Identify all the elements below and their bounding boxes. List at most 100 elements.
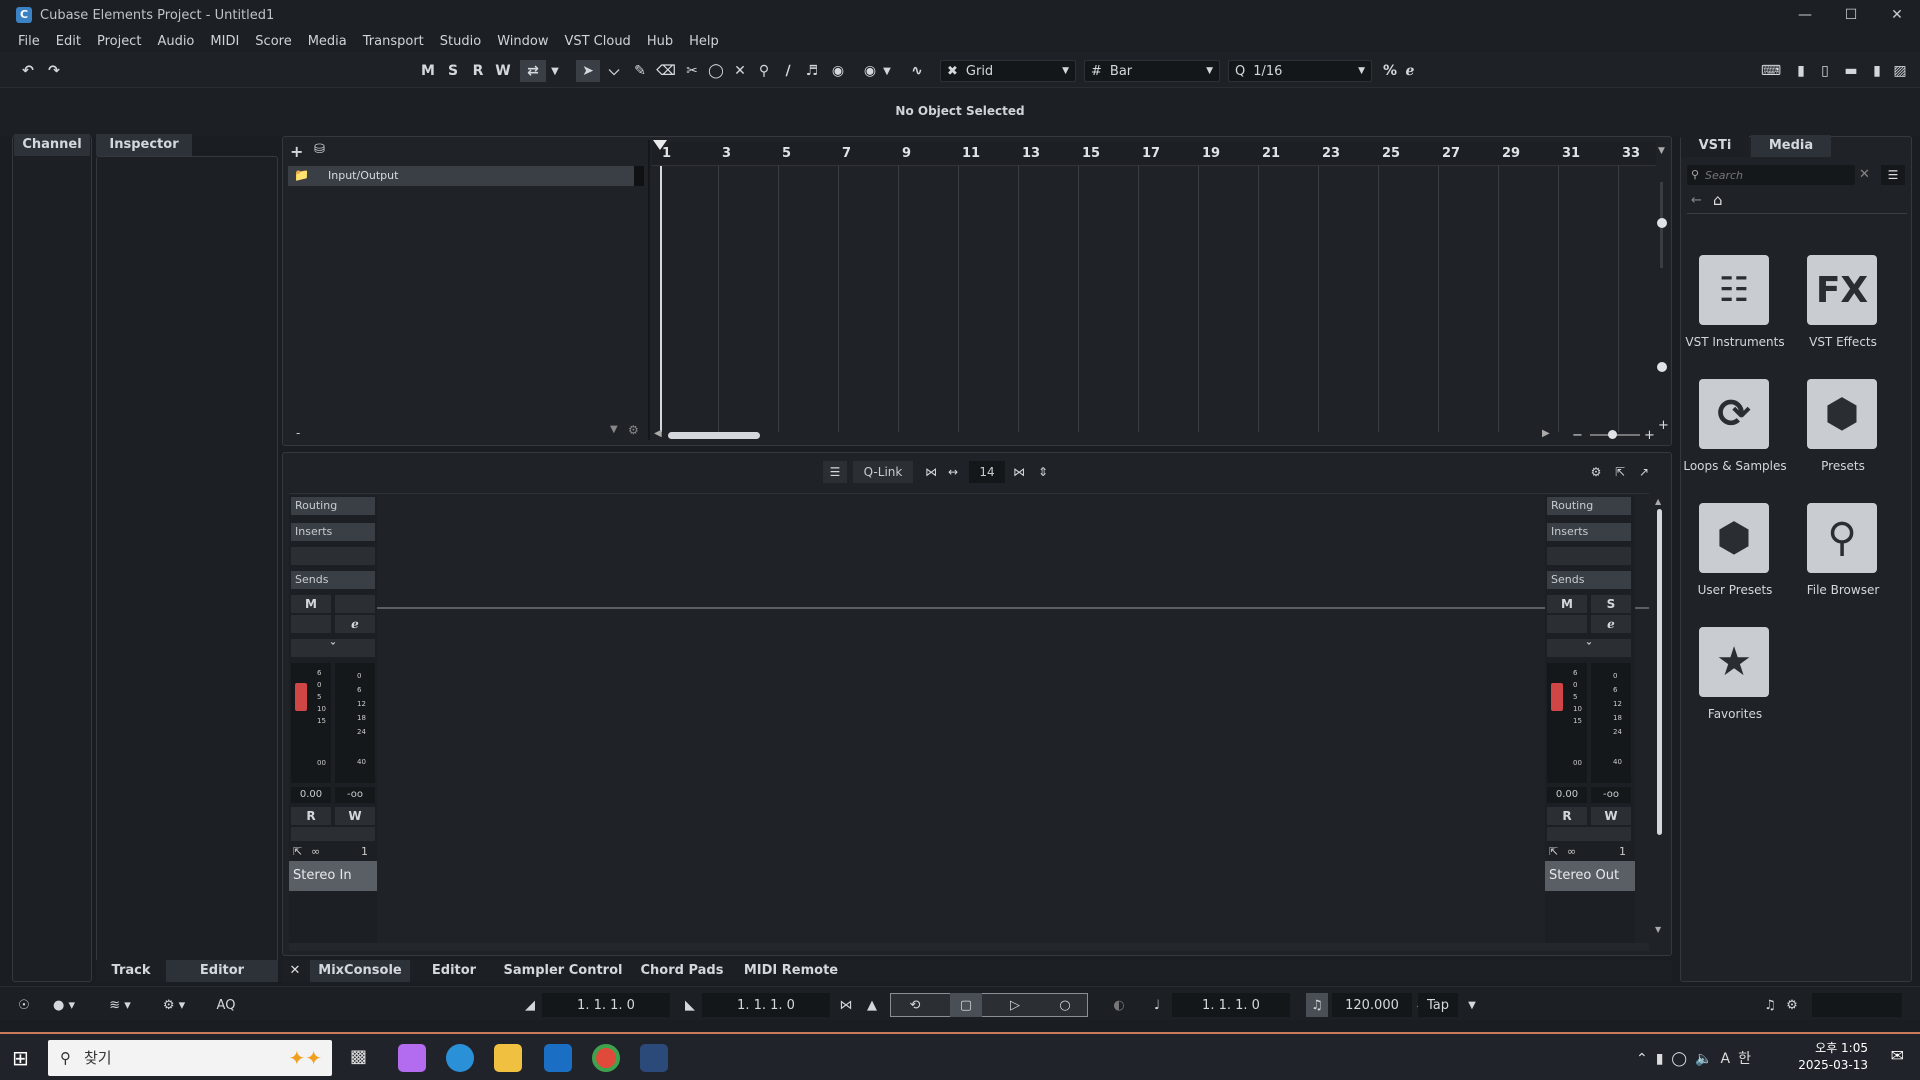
channel-name[interactable]: Stereo Out: [1545, 861, 1635, 891]
left-zone-icon[interactable]: ▮: [1790, 60, 1812, 82]
left-locator-icon[interactable]: ◢: [520, 993, 540, 1017]
chevron-down-icon[interactable]: ▼: [610, 424, 618, 435]
track-list-divider[interactable]: [648, 140, 650, 440]
close-window-button[interactable]: ✕: [1874, 0, 1920, 30]
position-display[interactable]: 1. 1. 1. 0: [1172, 993, 1290, 1017]
tempo-display[interactable]: 120.000: [1332, 993, 1412, 1017]
chrome-icon[interactable]: [592, 1044, 620, 1072]
marker-display[interactable]: [1812, 993, 1902, 1017]
horizontal-scroll-handle[interactable]: [668, 432, 760, 439]
left-locator-display[interactable]: 1. 1. 1. 0: [542, 993, 670, 1017]
write-button[interactable]: W: [492, 60, 514, 82]
tab-vsti[interactable]: VSTi: [1681, 135, 1749, 157]
tab-channel[interactable]: Channel: [14, 134, 90, 156]
project-cursor[interactable]: [660, 166, 662, 432]
right-locator-display[interactable]: 1. 1. 1. 0: [702, 993, 830, 1017]
menu-hub[interactable]: Hub: [639, 34, 681, 49]
taskbar-search[interactable]: ⚲ 찾기 ✦✦: [48, 1040, 332, 1076]
edge-icon[interactable]: [446, 1044, 474, 1072]
fader-handle[interactable]: [295, 683, 307, 711]
search-input[interactable]: [1705, 167, 1849, 183]
channel-name[interactable]: Stereo In: [289, 861, 377, 891]
tab-chord-pads[interactable]: Chord Pads: [632, 960, 732, 982]
mute-tool-icon[interactable]: ✕: [728, 60, 752, 82]
scroll-left-icon[interactable]: ◀: [654, 428, 662, 439]
file-browser-tile[interactable]: ⚲: [1807, 503, 1877, 573]
outlook-icon[interactable]: [544, 1044, 572, 1072]
tempo-track-icon[interactable]: ♫: [1306, 993, 1328, 1017]
volume-fader[interactable]: 6 0 5 10 15 00: [291, 663, 331, 783]
metronome-icon[interactable]: ♫: [1760, 993, 1780, 1017]
menu-studio[interactable]: Studio: [432, 34, 489, 49]
insert-slot[interactable]: [291, 547, 375, 565]
loops-samples-tile[interactable]: ⟳: [1699, 379, 1769, 449]
media-search[interactable]: ⚲: [1687, 165, 1855, 185]
user-presets-tile[interactable]: ⬢: [1699, 503, 1769, 573]
menu-file[interactable]: File: [10, 34, 48, 49]
routing-section[interactable]: Routing: [1547, 497, 1631, 515]
stop-icon[interactable]: ▢: [950, 993, 982, 1017]
list-view-icon[interactable]: ☰: [1881, 165, 1905, 185]
punch-in-icon[interactable]: ⋈: [836, 993, 856, 1017]
visibility-dropdown-icon[interactable]: ▼: [880, 60, 894, 82]
folder-track[interactable]: 📁 Input/Output: [288, 166, 644, 186]
maximize-button[interactable]: ☐: [1828, 0, 1874, 30]
open-mixconsole-icon[interactable]: ↗: [1633, 461, 1655, 483]
solo-button[interactable]: S: [1591, 595, 1631, 613]
horizontal-zoom-handle[interactable]: [1608, 430, 1617, 439]
clear-search-icon[interactable]: ✕: [1859, 167, 1870, 182]
tab-mixconsole[interactable]: MixConsole: [310, 960, 410, 982]
add-track-icon[interactable]: +: [290, 142, 310, 161]
narrow-channels-icon[interactable]: ⋈: [921, 461, 941, 483]
expand-racks-icon[interactable]: ⇕: [1033, 461, 1053, 483]
menu-score[interactable]: Score: [247, 34, 299, 49]
menu-window[interactable]: Window: [489, 34, 556, 49]
draw-tool-icon[interactable]: ✎: [628, 60, 652, 82]
zoom-tool-icon[interactable]: ⚲: [752, 60, 776, 82]
record-icon[interactable]: ○: [1050, 993, 1080, 1017]
gain-value[interactable]: 0.00: [291, 787, 331, 803]
home-icon[interactable]: ⌂: [1713, 191, 1723, 209]
line-tool-icon[interactable]: ∕: [776, 60, 800, 82]
mute-button[interactable]: M: [418, 60, 438, 82]
cycle-icon[interactable]: ⟲: [900, 993, 930, 1017]
write-automation-button[interactable]: W: [335, 807, 375, 825]
edit-channel-icon[interactable]: ℯ: [1591, 615, 1631, 633]
record-mode-select[interactable]: ● ▾: [44, 993, 84, 1017]
vst-instruments-tile[interactable]: ☷: [1699, 255, 1769, 325]
autoscroll-dropdown-icon[interactable]: ▼: [548, 60, 562, 82]
vertical-zoom-handle[interactable]: [1657, 362, 1667, 372]
channel-list-icon[interactable]: ☰: [823, 461, 847, 483]
pan-control[interactable]: ˇ: [1547, 639, 1631, 657]
channel-count[interactable]: 14: [969, 461, 1005, 483]
notification-icon[interactable]: ✉: [1891, 1046, 1904, 1065]
zoom-in-icon[interactable]: +: [1658, 418, 1669, 433]
output-icon[interactable]: ⇱: [1549, 845, 1558, 858]
peak-value[interactable]: -oo: [1591, 787, 1631, 803]
gain-value[interactable]: 0.00: [1547, 787, 1587, 803]
split-tool-icon[interactable]: ✂: [680, 60, 704, 82]
scroll-down-icon[interactable]: ▼: [1655, 925, 1661, 934]
tab-sampler-control[interactable]: Sampler Control: [498, 960, 628, 982]
sends-section[interactable]: Sends: [1547, 571, 1631, 589]
play-tool-icon[interactable]: ♬: [800, 60, 824, 82]
metronome-mode-icon[interactable]: ⚙ ▾: [152, 993, 196, 1017]
close-icon[interactable]: ✕: [282, 960, 308, 982]
scroll-right-icon[interactable]: ▶: [1542, 428, 1550, 439]
link-icon[interactable]: ∞: [1567, 845, 1576, 858]
read-automation-button[interactable]: R: [1547, 807, 1587, 825]
link-icon[interactable]: ∞: [311, 845, 320, 858]
ruler[interactable]: 1 3 5 7 9 11 13 15 17 19 21 23 25 27 29 …: [652, 142, 1656, 166]
solo-button[interactable]: S: [443, 60, 463, 82]
qlink-button[interactable]: Q-Link: [853, 461, 913, 483]
punch-out-icon[interactable]: ▲: [862, 993, 882, 1017]
input-icon[interactable]: ⇱: [293, 845, 302, 858]
vst-effects-tile[interactable]: FX: [1807, 255, 1877, 325]
sends-section[interactable]: Sends: [291, 571, 375, 589]
erase-tool-icon[interactable]: ⌫: [654, 60, 678, 82]
object-selection-tool-icon[interactable]: ➤: [576, 60, 600, 82]
autoscroll-icon[interactable]: ⇄: [520, 60, 546, 82]
back-icon[interactable]: ←: [1691, 193, 1702, 208]
mixer-vertical-scrollbar[interactable]: ▲ ▼: [1655, 495, 1665, 935]
cursor-handle-icon[interactable]: [653, 140, 667, 150]
